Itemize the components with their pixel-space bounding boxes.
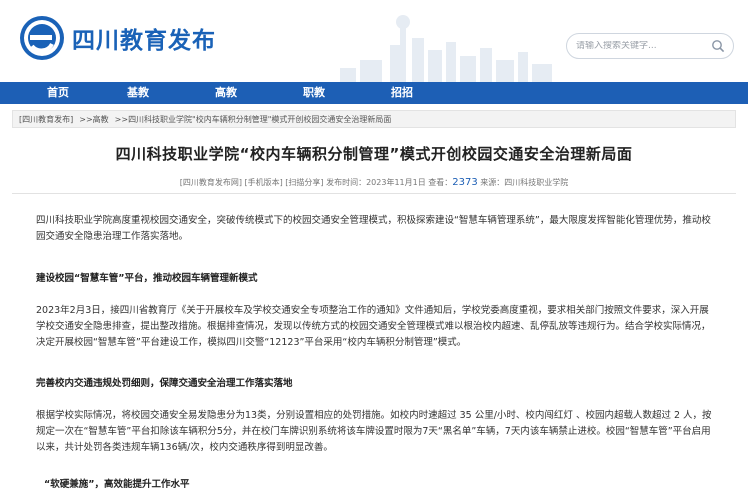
breadcrumb-current: >>四川科技职业学院"校内车辆积分制管理"模式开创校园交通安全治理新局面 bbox=[114, 114, 392, 124]
search-box bbox=[566, 33, 734, 59]
search-icon[interactable] bbox=[711, 39, 725, 53]
meta-hits-label: 查看： bbox=[428, 178, 453, 187]
paragraph-section-1: 2023年2月3日，接四川省教育厅《关于开展校车及学校交通安全专项整治工作的通知… bbox=[36, 305, 711, 348]
nav-item-basic-education[interactable]: 基教 bbox=[94, 82, 182, 104]
meta-mobile-link[interactable]: [手机版本] bbox=[245, 178, 283, 187]
meta-hits-count: 2373 bbox=[452, 177, 478, 188]
section-heading-3: “软硬兼施”，高效能提升工作水平 bbox=[44, 479, 190, 490]
meta-divider bbox=[12, 193, 736, 194]
search-input[interactable] bbox=[576, 41, 711, 51]
nav-item-admissions[interactable]: 招招 bbox=[358, 82, 446, 104]
logo-title: 四川教育发布 bbox=[72, 28, 216, 54]
page-title: 四川科技职业学院“校内车辆积分制管理”模式开创校园交通安全治理新局面 bbox=[115, 145, 633, 163]
section-heading-2: 完善校内交通违规处罚细则，保障交通安全治理工作落实落地 bbox=[36, 378, 293, 389]
article-meta: [四川教育发布网] [手机版本] [扫描分享] 发布时间：2023年11月1日 … bbox=[0, 177, 748, 188]
meta-source: 来源：四川科技职业学院 bbox=[480, 178, 569, 187]
nav-item-vocational-education[interactable]: 职教 bbox=[270, 82, 358, 104]
site-header: 四川教育发布 bbox=[0, 0, 748, 82]
meta-date: 发布时间：2023年11月1日 bbox=[326, 178, 426, 187]
logo-e-icon bbox=[20, 16, 64, 60]
site-logo[interactable]: 四川教育发布 bbox=[18, 14, 216, 62]
nav-item-higher-education[interactable]: 高教 bbox=[182, 82, 270, 104]
breadcrumb-section-link[interactable]: >>高教 bbox=[79, 114, 108, 125]
breadcrumb: [四川教育发布] >>高教 >>四川科技职业学院"校内车辆积分制管理"模式开创校… bbox=[12, 110, 736, 128]
main-nav: 首页 基教 高教 职教 招招 bbox=[0, 82, 748, 104]
paragraph-section-2: 根据学校实际情况，将校园交通安全易发隐患分为13类，分别设置相应的处罚措施。如校… bbox=[36, 410, 712, 453]
nav-item-home[interactable]: 首页 bbox=[22, 82, 94, 104]
city-skyline-banner bbox=[340, 15, 552, 82]
paragraph-intro: 四川科技职业学院高度重视校园交通安全，突破传统模式下的校园交通安全管理模式，积极… bbox=[36, 215, 711, 242]
meta-site-link[interactable]: [四川教育发布网] bbox=[180, 178, 242, 187]
breadcrumb-home-link[interactable]: [四川教育发布] bbox=[19, 114, 73, 125]
section-heading-1: 建设校园“智慧车管”平台，推动校园车辆管理新模式 bbox=[36, 273, 258, 284]
meta-share-link[interactable]: [扫描分享] bbox=[285, 178, 323, 187]
